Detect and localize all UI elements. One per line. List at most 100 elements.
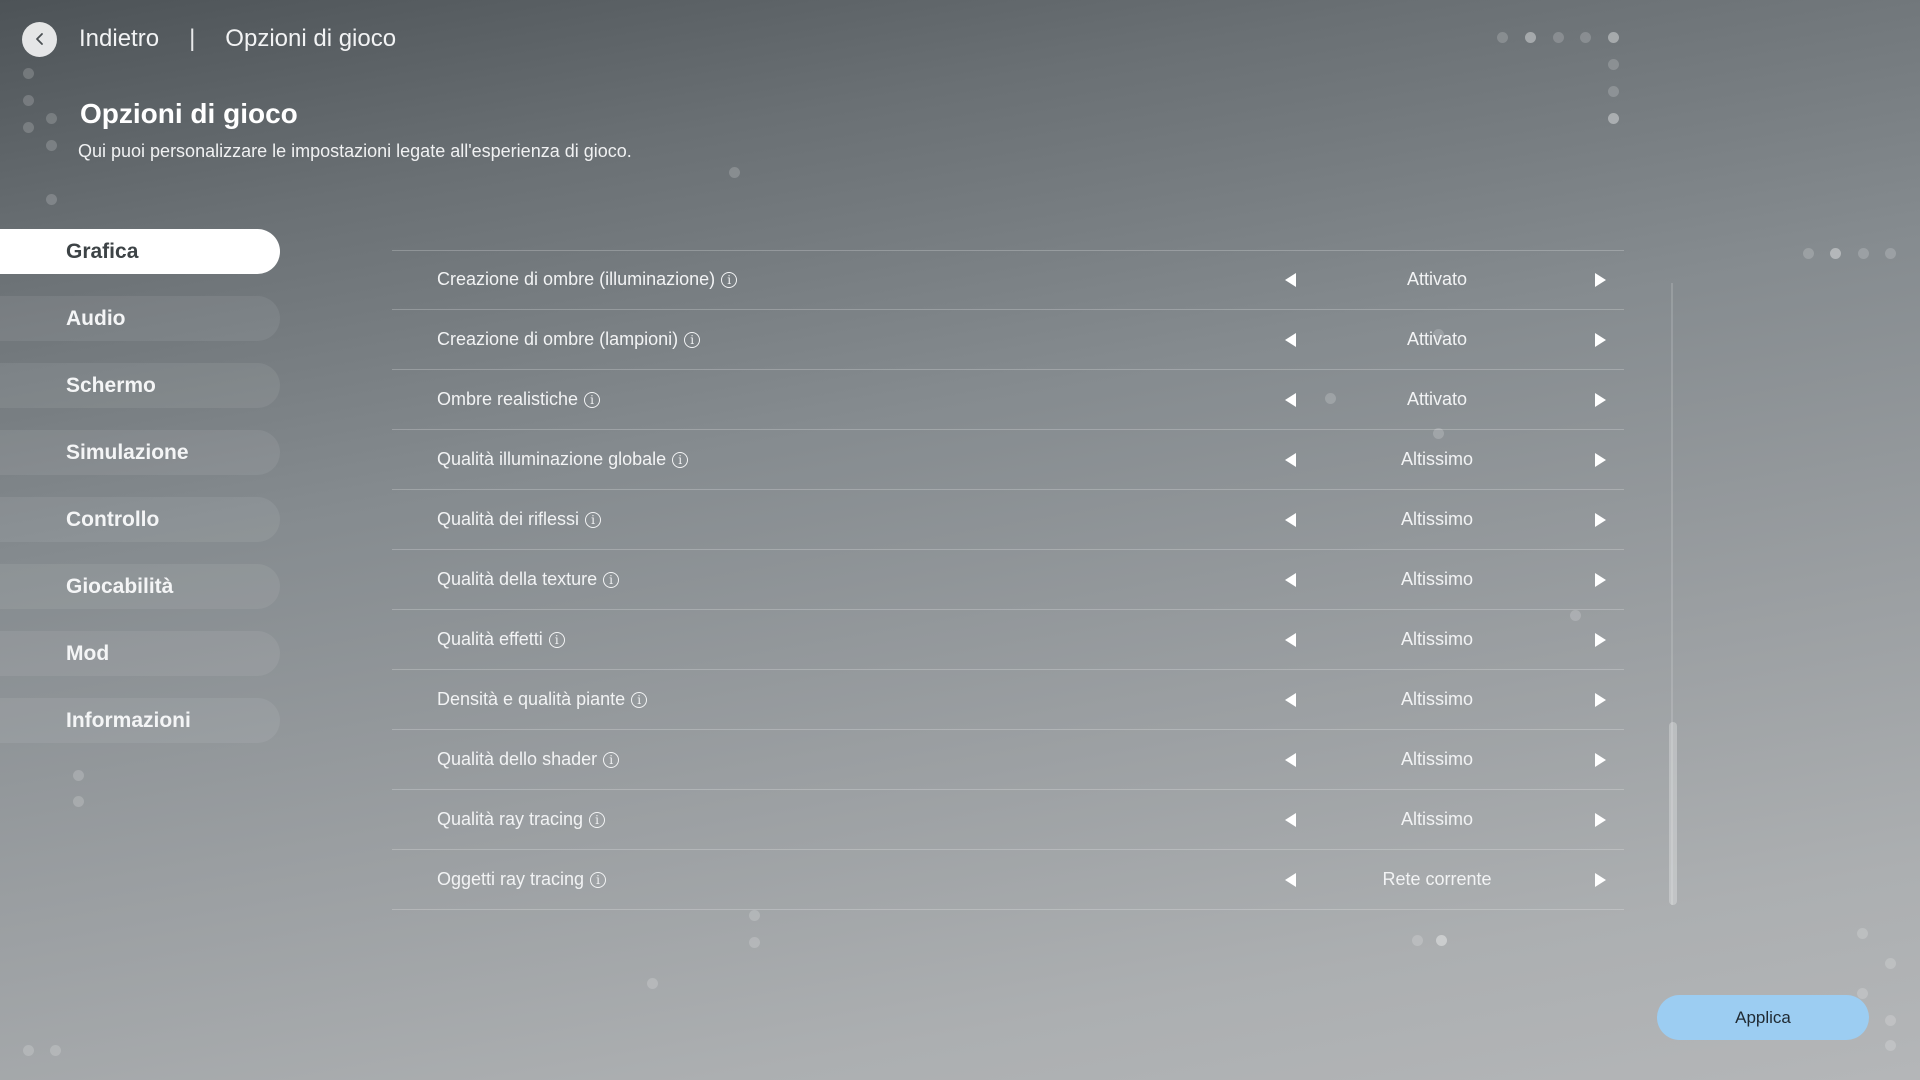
triangle-right-icon[interactable] <box>1595 752 1606 767</box>
triangle-left-icon[interactable] <box>1285 872 1296 887</box>
sidebar-item-informazioni[interactable]: Informazioni <box>0 698 280 743</box>
sidebar-item-schermo[interactable]: Schermo <box>0 363 280 408</box>
settings-list: Creazione di ombre (illuminazione) i Atti… <box>392 250 1624 910</box>
setting-name: Ombre realistiche <box>437 389 579 409</box>
setting-value: Altissimo <box>1400 449 1473 469</box>
setting-value: Rete corrente <box>1382 869 1492 889</box>
sidebar-item-label: Informazioni <box>66 708 191 732</box>
setting-name: Qualità ray tracing <box>437 809 584 829</box>
triangle-right-icon[interactable] <box>1595 872 1606 887</box>
setting-label: Oggetti ray tracing i <box>437 869 607 890</box>
sidebar-item-label: Mod <box>66 641 110 665</box>
sidebar-item-label: Simulazione <box>66 440 189 464</box>
triangle-left-icon[interactable] <box>1285 632 1296 647</box>
triangle-left-icon[interactable] <box>1285 392 1296 407</box>
setting-name: Creazione di ombre (lampioni) <box>437 329 679 349</box>
setting-row: Ombre realistiche i Attivato <box>392 370 1624 430</box>
info-icon[interactable]: i <box>684 331 701 348</box>
setting-label: Creazione di ombre (lampioni) i <box>437 329 701 350</box>
setting-label: Qualità della texture i <box>437 569 620 590</box>
setting-row: Qualità illuminazione globale i Altissimo <box>392 430 1624 490</box>
setting-value: Altissimo <box>1400 689 1473 709</box>
apply-button[interactable]: Applica <box>1657 995 1869 1040</box>
setting-label: Ombre realistiche i <box>437 389 601 410</box>
triangle-right-icon[interactable] <box>1595 392 1606 407</box>
setting-row: Oggetti ray tracing i Rete corrente <box>392 850 1624 910</box>
back-label[interactable]: Indietro <box>79 25 159 53</box>
setting-value: Attivato <box>1406 389 1468 409</box>
setting-value: Attivato <box>1406 269 1468 289</box>
setting-row: Creazione di ombre (lampioni) i Attivato <box>392 310 1624 370</box>
sidebar-item-grafica[interactable]: Grafica <box>0 229 280 274</box>
sidebar-item-label: Controllo <box>66 507 160 531</box>
sidebar-item-label: Grafica <box>66 239 139 263</box>
sidebar-item-mod[interactable]: Mod <box>0 631 280 676</box>
triangle-right-icon[interactable] <box>1595 512 1606 527</box>
triangle-left-icon[interactable] <box>1285 272 1296 287</box>
sidebar-item-label: Giocabilità <box>66 574 174 598</box>
info-icon[interactable]: i <box>721 271 738 288</box>
breadcrumb-current: Opzioni di gioco <box>225 25 397 52</box>
triangle-right-icon[interactable] <box>1595 632 1606 647</box>
setting-name: Qualità dello shader <box>437 749 598 769</box>
triangle-right-icon[interactable] <box>1595 812 1606 827</box>
info-icon[interactable]: i <box>589 811 606 828</box>
setting-row: Qualità dei riflessi i Altissimo <box>392 490 1624 550</box>
setting-value: Attivato <box>1406 329 1468 349</box>
triangle-left-icon[interactable] <box>1285 572 1296 587</box>
page-subtitle: Qui puoi personalizzare le impostazioni … <box>78 141 632 161</box>
setting-value: Altissimo <box>1400 809 1473 829</box>
setting-label: Qualità illuminazione globale i <box>437 449 689 470</box>
sidebar: Grafica Audio Schermo Simulazione Contro… <box>0 229 280 765</box>
sidebar-item-audio[interactable]: Audio <box>0 296 280 341</box>
back-button[interactable] <box>22 21 57 57</box>
setting-name: Qualità della texture <box>437 569 598 589</box>
setting-value: Altissimo <box>1400 569 1473 589</box>
setting-value: Altissimo <box>1400 629 1473 649</box>
sidebar-item-simulazione[interactable]: Simulazione <box>0 430 280 475</box>
setting-label: Creazione di ombre (illuminazione) i <box>437 269 738 290</box>
triangle-right-icon[interactable] <box>1595 452 1606 467</box>
info-icon[interactable]: i <box>548 631 565 648</box>
setting-row: Qualità ray tracing i Altissimo <box>392 790 1624 850</box>
info-icon[interactable]: i <box>584 391 601 408</box>
triangle-left-icon[interactable] <box>1285 692 1296 707</box>
setting-value: Altissimo <box>1400 749 1473 769</box>
chevron-left-icon <box>35 33 43 45</box>
scrollbar-thumb[interactable] <box>1669 722 1677 905</box>
setting-name: Oggetti ray tracing <box>437 869 585 889</box>
triangle-left-icon[interactable] <box>1285 752 1296 767</box>
triangle-left-icon[interactable] <box>1285 512 1296 527</box>
setting-label: Qualità ray tracing i <box>437 809 606 830</box>
page-title: Opzioni di gioco <box>80 98 298 129</box>
triangle-right-icon[interactable] <box>1595 572 1606 587</box>
setting-label: Densità e qualità piante i <box>437 689 648 710</box>
info-icon[interactable]: i <box>585 511 602 528</box>
sidebar-item-giocabilita[interactable]: Giocabilità <box>0 564 280 609</box>
sidebar-item-label: Audio <box>66 306 126 330</box>
info-icon[interactable]: i <box>672 451 689 468</box>
setting-name: Qualità illuminazione globale <box>437 449 667 469</box>
info-icon[interactable]: i <box>590 871 607 888</box>
setting-label: Qualità dello shader i <box>437 749 620 770</box>
setting-value: Altissimo <box>1400 509 1473 529</box>
setting-row: Creazione di ombre (illuminazione) i Atti… <box>392 250 1624 310</box>
setting-row: Qualità effetti i Altissimo <box>392 610 1624 670</box>
triangle-right-icon[interactable] <box>1595 332 1606 347</box>
breadcrumb-separator: | <box>189 25 196 52</box>
info-icon[interactable]: i <box>603 751 620 768</box>
setting-row: Qualità della texture i Altissimo <box>392 550 1624 610</box>
triangle-right-icon[interactable] <box>1595 692 1606 707</box>
sidebar-item-label: Schermo <box>66 373 156 397</box>
setting-name: Densità e qualità piante <box>437 689 626 709</box>
sidebar-item-controllo[interactable]: Controllo <box>0 497 280 542</box>
setting-row: Densità e qualità piante i Altissimo <box>392 670 1624 730</box>
setting-name: Qualità dei riflessi <box>437 509 580 529</box>
triangle-left-icon[interactable] <box>1285 812 1296 827</box>
info-icon[interactable]: i <box>631 691 648 708</box>
setting-label: Qualità dei riflessi i <box>437 509 602 530</box>
info-icon[interactable]: i <box>603 571 620 588</box>
triangle-right-icon[interactable] <box>1595 272 1606 287</box>
triangle-left-icon[interactable] <box>1285 452 1296 467</box>
triangle-left-icon[interactable] <box>1285 332 1296 347</box>
